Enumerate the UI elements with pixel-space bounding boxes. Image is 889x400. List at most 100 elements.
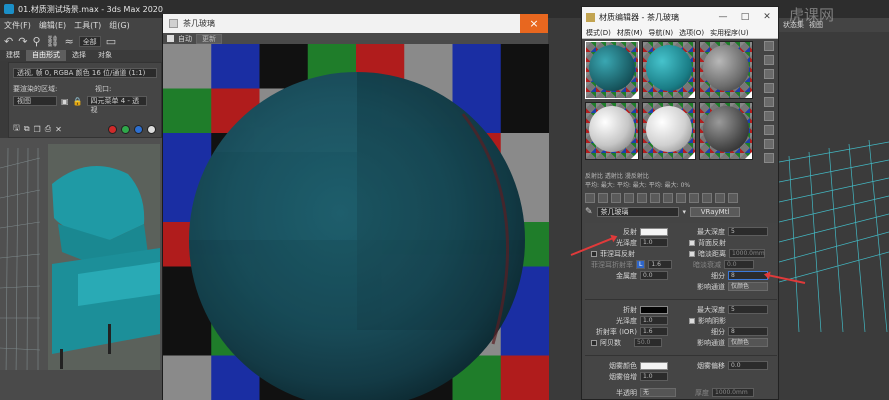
- sample-slot-6[interactable]: [699, 102, 753, 160]
- fog-bias-field[interactable]: 0.0: [728, 361, 768, 370]
- get-material-icon[interactable]: [585, 192, 595, 203]
- options-icon[interactable]: [764, 125, 774, 135]
- reflect-max-depth-field[interactable]: 5: [728, 227, 768, 236]
- fresnel-ior-lock-button[interactable]: L: [636, 260, 646, 269]
- menu-utilities[interactable]: 实用程序(U): [710, 28, 749, 38]
- fog-color-swatch[interactable]: [640, 361, 668, 370]
- fog-multiplier-field[interactable]: 1.0: [640, 372, 668, 381]
- region-icon[interactable]: ▣: [61, 97, 69, 106]
- refract-subdivs-field[interactable]: 8: [728, 327, 768, 336]
- affect-shadows-checkbox[interactable]: [689, 317, 695, 324]
- update-button[interactable]: 更新: [196, 33, 222, 44]
- sample-slot-2[interactable]: [642, 41, 696, 99]
- minimize-button[interactable]: —: [712, 12, 734, 22]
- menu-modes[interactable]: 模式(D): [586, 28, 611, 38]
- red-channel-toggle[interactable]: [107, 124, 117, 134]
- reflect-gloss-field[interactable]: 1.0: [640, 238, 668, 247]
- refract-color-swatch[interactable]: [640, 305, 668, 314]
- reset-map-icon[interactable]: [624, 192, 634, 203]
- link-icon[interactable]: ⚲: [32, 35, 40, 48]
- channel-display[interactable]: 透视, 帧 0, RGBA 颜色 16 位/通道 (1:1): [13, 68, 157, 78]
- back-reflect-checkbox[interactable]: [689, 239, 695, 246]
- bind-spacewarp-icon[interactable]: ≈: [64, 35, 73, 48]
- show-in-viewport-icon[interactable]: [689, 192, 699, 203]
- make-unique-icon[interactable]: [650, 192, 660, 203]
- abbe-field[interactable]: 50.0: [634, 338, 662, 347]
- select-by-material-icon[interactable]: [764, 139, 774, 149]
- render-window-close-button[interactable]: ×: [520, 14, 548, 33]
- material-type-button[interactable]: VRayMtl: [690, 207, 741, 217]
- right-viewport-area[interactable]: 状态集 视图: [779, 18, 889, 400]
- sample-slot-1[interactable]: [585, 41, 639, 99]
- go-to-parent-icon[interactable]: [715, 192, 725, 203]
- show-end-result-icon[interactable]: [702, 192, 712, 203]
- refract-max-depth-field[interactable]: 5: [728, 305, 768, 314]
- menu-material[interactable]: 材质(M): [617, 28, 643, 38]
- menu-tools[interactable]: 工具(T): [74, 20, 101, 31]
- uv-tiling-icon[interactable]: [764, 83, 774, 93]
- put-to-library-icon[interactable]: [663, 192, 673, 203]
- unlink-icon[interactable]: ⛓: [46, 35, 60, 48]
- ribbon-tab-modeling[interactable]: 建模: [0, 50, 26, 61]
- maximize-button[interactable]: □: [734, 12, 756, 22]
- ribbon-tab-selection[interactable]: 选择: [66, 50, 92, 61]
- material-navigator-icon[interactable]: [764, 153, 774, 163]
- ribbon-tab-object[interactable]: 对象: [92, 50, 118, 61]
- menu-file[interactable]: 文件(F): [4, 20, 31, 31]
- sample-type-icon[interactable]: [764, 41, 774, 51]
- metalness-field[interactable]: 0.0: [640, 271, 668, 280]
- go-forward-icon[interactable]: [728, 192, 738, 203]
- fresnel-checkbox[interactable]: [591, 250, 597, 257]
- put-to-scene-icon[interactable]: [598, 192, 608, 203]
- undo-icon[interactable]: ↶: [4, 35, 13, 48]
- viewport-perspective[interactable]: [0, 138, 162, 400]
- make-copy-icon[interactable]: [637, 192, 647, 203]
- assign-material-icon[interactable]: [611, 192, 621, 203]
- ior-field[interactable]: 1.6: [640, 327, 668, 336]
- pick-material-icon[interactable]: ✎: [585, 207, 593, 217]
- background-icon[interactable]: [764, 69, 774, 79]
- green-channel-toggle[interactable]: [120, 124, 130, 134]
- make-preview-icon[interactable]: [764, 111, 774, 121]
- sample-slot-5[interactable]: [642, 102, 696, 160]
- print-icon[interactable]: ⎙: [45, 124, 51, 134]
- menu-edit[interactable]: 编辑(E): [39, 20, 66, 31]
- render-area-dropdown[interactable]: 视图: [13, 96, 57, 106]
- reflect-affect-channels-dropdown[interactable]: 仅颜色: [728, 282, 768, 291]
- dim-falloff-field[interactable]: 0.0: [724, 260, 754, 269]
- copy-image-icon[interactable]: ⧉: [24, 124, 30, 134]
- alpha-channel-toggle[interactable]: [146, 124, 156, 134]
- fresnel-ior-field[interactable]: 1.6: [648, 260, 673, 269]
- clone-window-icon[interactable]: ❐: [34, 125, 41, 134]
- material-name-field[interactable]: 茶几玻璃: [596, 207, 679, 217]
- clear-icon[interactable]: ✕: [55, 125, 62, 134]
- menu-navigation[interactable]: 导航(N): [648, 28, 673, 38]
- sample-slot-4[interactable]: [585, 102, 639, 160]
- blue-channel-toggle[interactable]: [133, 124, 143, 134]
- dim-distance-field[interactable]: 1000.0mm: [729, 249, 765, 258]
- reflect-color-swatch[interactable]: [640, 227, 668, 236]
- select-object-icon[interactable]: ▭: [106, 35, 116, 48]
- lock-icon[interactable]: 🔒: [73, 97, 83, 106]
- name-dropdown-icon[interactable]: ▾: [683, 208, 687, 216]
- menu-group[interactable]: 组(G): [109, 20, 129, 31]
- backlight-icon[interactable]: [764, 55, 774, 65]
- redo-icon[interactable]: ↷: [18, 35, 27, 48]
- sample-slot-3[interactable]: [699, 41, 753, 99]
- material-id-icon[interactable]: [676, 192, 686, 203]
- refract-affect-channels-dropdown[interactable]: 仅颜色: [728, 338, 768, 347]
- video-color-check-icon[interactable]: [764, 97, 774, 107]
- save-image-icon[interactable]: 🖫: [13, 122, 20, 136]
- abbe-checkbox[interactable]: [591, 339, 597, 346]
- refract-gloss-field[interactable]: 1.0: [640, 316, 668, 325]
- menu-options[interactable]: 选项(O): [679, 28, 704, 38]
- selection-filter-dropdown[interactable]: 全部: [78, 35, 101, 47]
- close-button[interactable]: ✕: [756, 12, 778, 22]
- translucency-dropdown[interactable]: 无: [640, 388, 676, 397]
- viewport-dropdown[interactable]: 四元菜单 4 - 透视: [86, 96, 147, 114]
- auto-update-checkbox[interactable]: [167, 35, 174, 42]
- dim-distance-checkbox[interactable]: [689, 250, 695, 257]
- thickness-field[interactable]: 1000.0mm: [712, 388, 754, 397]
- reflect-subdivs-field[interactable]: 8: [728, 271, 768, 280]
- ribbon-tab-freeform[interactable]: 自由形式: [26, 50, 66, 61]
